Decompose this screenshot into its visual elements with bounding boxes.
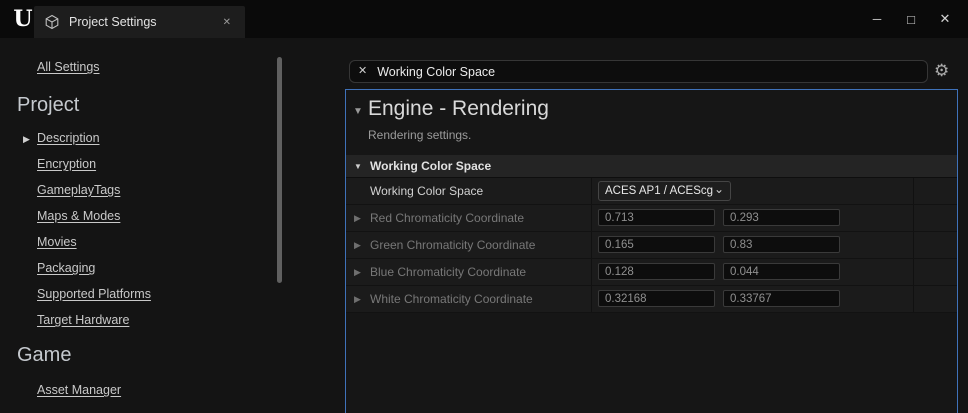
sidebar-heading-game: Game <box>17 344 71 367</box>
column-divider <box>913 178 914 204</box>
sidebar-item-maps-modes[interactable]: Maps & Modes <box>37 209 120 223</box>
close-button[interactable]: ✕ <box>928 11 962 27</box>
unreal-engine-logo-icon: U <box>10 5 36 33</box>
panel-subtitle: Rendering settings. <box>368 128 471 142</box>
expand-right-icon[interactable]: ▶ <box>354 259 361 285</box>
chevron-down-icon: ⌄ <box>714 185 724 193</box>
setting-row-working-color-space: Working Color Space ACES AP1 / ACEScg ⌄ <box>346 178 957 205</box>
green-y-input[interactable] <box>723 236 840 253</box>
expand-right-icon[interactable]: ▶ <box>23 134 30 145</box>
project-settings-window: U Project Settings ✕ ─ □ ✕ All Settings … <box>0 0 968 413</box>
green-x-input[interactable] <box>598 236 715 253</box>
setting-label: Blue Chromaticity Coordinate <box>370 259 526 285</box>
sidebar-item-description[interactable]: Description <box>37 131 100 145</box>
tab-close-icon[interactable]: ✕ <box>219 15 235 30</box>
engine-rendering-panel: ▼ Engine - Rendering Rendering settings.… <box>345 89 958 413</box>
sidebar-item-supported-platforms[interactable]: Supported Platforms <box>37 287 151 301</box>
settings-rows: Working Color Space ACES AP1 / ACEScg ⌄ … <box>346 178 957 313</box>
sidebar-item-asset-manager[interactable]: Asset Manager <box>37 383 121 397</box>
setting-label: Red Chromaticity Coordinate <box>370 205 524 231</box>
sidebar-item-movies[interactable]: Movies <box>37 235 77 249</box>
sidebar-scrollbar[interactable] <box>277 57 282 283</box>
expand-right-icon[interactable]: ▶ <box>354 286 361 312</box>
sidebar-item-target-hardware[interactable]: Target Hardware <box>37 313 129 327</box>
working-color-space-section-header[interactable]: ▼ Working Color Space <box>346 155 957 178</box>
column-divider <box>591 259 592 285</box>
minimize-button[interactable]: ─ <box>860 12 894 26</box>
collapse-subsection-icon[interactable]: ▼ <box>354 162 362 171</box>
setting-row-blue-chromaticity: ▶ Blue Chromaticity Coordinate <box>346 259 957 286</box>
title-bar: U Project Settings ✕ ─ □ ✕ <box>0 0 968 38</box>
search-input[interactable] <box>377 65 919 79</box>
column-divider <box>913 259 914 285</box>
setting-row-red-chromaticity: ▶ Red Chromaticity Coordinate <box>346 205 957 232</box>
setting-label: Working Color Space <box>370 178 483 204</box>
section-label: Working Color Space <box>370 155 491 178</box>
setting-row-white-chromaticity: ▶ White Chromaticity Coordinate <box>346 286 957 313</box>
tab-title: Project Settings <box>69 15 157 29</box>
collapse-section-icon[interactable]: ▼ <box>353 106 363 117</box>
sidebar-item-encryption[interactable]: Encryption <box>37 157 96 171</box>
setting-label: White Chromaticity Coordinate <box>370 286 533 312</box>
column-divider <box>913 205 914 231</box>
red-y-input[interactable] <box>723 209 840 226</box>
dropdown-selected-value: ACES AP1 / ACEScg <box>605 185 713 197</box>
blue-x-input[interactable] <box>598 263 715 280</box>
white-y-input[interactable] <box>723 290 840 307</box>
sidebar-item-packaging[interactable]: Packaging <box>37 261 95 275</box>
project-settings-cube-icon <box>44 14 60 30</box>
white-x-input[interactable] <box>598 290 715 307</box>
red-x-input[interactable] <box>598 209 715 226</box>
tab-project-settings[interactable]: Project Settings ✕ <box>34 6 245 38</box>
panel-title: Engine - Rendering <box>368 97 549 121</box>
setting-label: Green Chromaticity Coordinate <box>370 232 535 258</box>
setting-row-green-chromaticity: ▶ Green Chromaticity Coordinate <box>346 232 957 259</box>
blue-y-input[interactable] <box>723 263 840 280</box>
color-space-dropdown[interactable]: ACES AP1 / ACEScg ⌄ <box>598 181 731 201</box>
expand-right-icon[interactable]: ▶ <box>354 232 361 258</box>
settings-search-bar[interactable]: ✕ <box>349 60 928 83</box>
clear-search-icon[interactable]: ✕ <box>358 66 367 77</box>
window-controls: ─ □ ✕ <box>860 0 968 38</box>
sidebar-item-all-settings[interactable]: All Settings <box>37 60 100 74</box>
sidebar-heading-project: Project <box>17 94 79 117</box>
column-divider <box>591 205 592 231</box>
sidebar-item-gameplaytags[interactable]: GameplayTags <box>37 183 120 197</box>
expand-right-icon[interactable]: ▶ <box>354 205 361 231</box>
settings-gear-icon[interactable]: ⚙ <box>934 61 949 81</box>
column-divider <box>913 286 914 312</box>
column-divider <box>591 286 592 312</box>
maximize-button[interactable]: □ <box>894 12 928 27</box>
column-divider <box>913 232 914 258</box>
column-divider <box>591 232 592 258</box>
column-divider <box>591 178 592 204</box>
